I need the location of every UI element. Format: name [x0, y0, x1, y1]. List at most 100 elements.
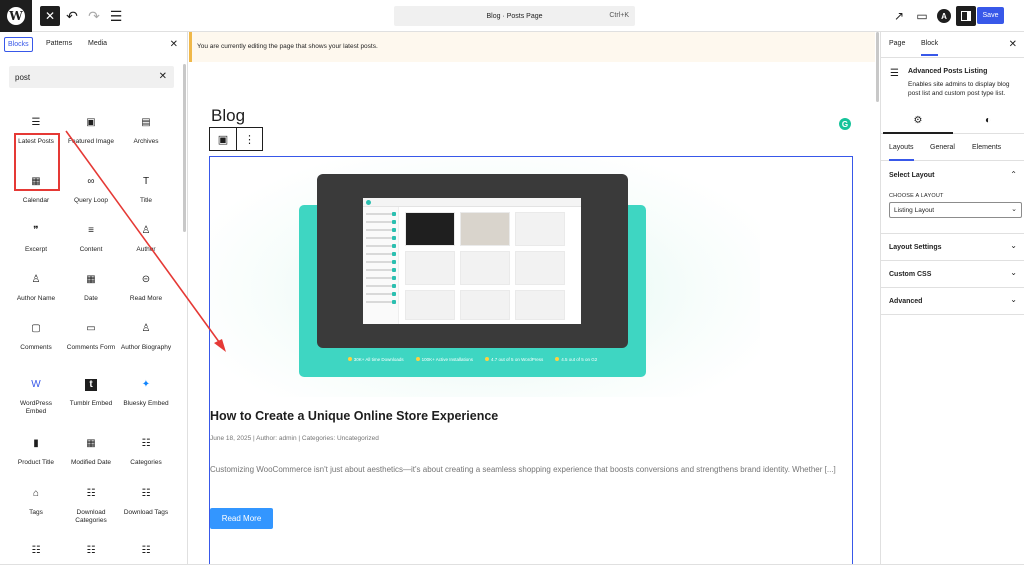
block-author-name[interactable]: ♙ Author Name — [9, 274, 63, 303]
undo-icon[interactable]: ↶ — [62, 6, 82, 26]
featured-image-laptop — [317, 174, 628, 348]
tab-page[interactable]: Page — [889, 40, 905, 47]
save-button[interactable]: Save — [977, 7, 1004, 24]
block-read-more[interactable]: ⊝ Read More — [119, 274, 173, 303]
close-inserter-button[interactable]: ✕ — [40, 6, 60, 26]
block-label: Author — [136, 246, 156, 253]
tab-media[interactable]: Media — [85, 37, 110, 50]
block-label: Title — [139, 197, 153, 204]
block-featured-image[interactable]: ▣ Featured Image — [64, 117, 118, 146]
layout-select[interactable]: Listing Layout ⌄ — [889, 202, 1022, 218]
block-author-biography[interactable]: ♙ Author Biography — [119, 323, 173, 352]
archives-icon: ▤ — [141, 117, 151, 128]
block-download-categories[interactable]: ☷ Download Categories — [64, 488, 118, 525]
advanced-posts-block[interactable]: 30K+ All time Downloads 100K+ Active Ins… — [209, 156, 853, 571]
block-type-icon[interactable]: ▣ — [210, 128, 237, 150]
wordpress-logo-button[interactable]: W — [0, 0, 32, 32]
page-title[interactable]: Blog — [211, 106, 245, 126]
command-palette-button[interactable]: Blog · Posts Page Ctrl+K — [394, 6, 635, 26]
styles-icon[interactable]: ◐ — [953, 115, 1023, 126]
block-label: Calendar — [22, 197, 50, 204]
title-icon: T — [142, 176, 150, 187]
star-icon — [555, 357, 560, 361]
block-toolbar: ▣ ⋮ — [209, 127, 263, 151]
more-options-icon[interactable]: ⋮ — [237, 128, 262, 150]
block-excerpt[interactable]: ❞ Excerpt — [9, 225, 63, 254]
featured-image-screen — [363, 198, 581, 324]
product-title-icon: ▮ — [33, 438, 39, 449]
screen-thumbnail — [405, 251, 455, 285]
block-archives[interactable]: ▤ Archives — [119, 117, 173, 146]
block-tumblr-embed[interactable]: t Tumblr Embed — [64, 379, 118, 408]
block-download-tags[interactable]: ☷ Download Tags — [119, 488, 173, 517]
settings-sidebar-toggle[interactable] — [956, 6, 976, 26]
command-shortcut: Ctrl+K — [609, 12, 629, 19]
tab-layouts[interactable]: Layouts — [889, 144, 914, 161]
block-comments[interactable]: ▢ Comments — [9, 323, 63, 352]
screen-side-row — [366, 268, 396, 272]
panel-layout-settings[interactable]: Layout Settings ⌄ — [881, 234, 1024, 261]
block-label: Download Categories — [75, 509, 107, 524]
block-author[interactable]: ♙ Author — [119, 225, 173, 254]
block-categories[interactable]: ☷ Categories — [119, 438, 173, 467]
screen-side-row — [366, 300, 396, 304]
panel-advanced[interactable]: Advanced ⌄ — [881, 288, 1024, 315]
panel-custom-css[interactable]: Custom CSS ⌄ — [881, 261, 1024, 288]
badge: 4.5 out of 5 on G2 — [555, 357, 597, 362]
block-latest-posts[interactable]: ☰ Latest Posts — [9, 117, 63, 146]
block-date[interactable]: ▦ Date — [64, 274, 118, 303]
comments-icon: ▢ — [31, 323, 41, 334]
close-icon[interactable]: ✕ — [170, 39, 178, 50]
device-preview-icon[interactable]: ▭ — [912, 6, 932, 26]
block-product-title[interactable]: ▮ Product Title — [9, 438, 63, 467]
block-more-2[interactable]: ☷ — [64, 545, 118, 557]
post-title[interactable]: How to Create a Unique Online Store Expe… — [210, 409, 498, 423]
tab-elements[interactable]: Elements — [972, 144, 1001, 151]
block-wordpress-embed[interactable]: W WordPress Embed — [9, 379, 63, 416]
calendar-icon: ▦ — [31, 176, 41, 187]
block-title[interactable]: T Title — [119, 176, 173, 205]
query-loop-icon: ∞ — [87, 176, 95, 187]
block-more-3[interactable]: ☷ — [119, 545, 173, 557]
document-overview-icon[interactable]: ☰ — [106, 6, 126, 26]
read-more-button[interactable]: Read More — [210, 508, 273, 529]
block-tags[interactable]: ⌂ Tags — [9, 488, 63, 517]
gear-icon[interactable]: ⚙ — [883, 115, 953, 134]
screen-sidebar — [363, 207, 399, 324]
close-icon[interactable]: ✕ — [1009, 39, 1017, 50]
block-label: Comments Form — [66, 344, 116, 351]
tab-general[interactable]: General — [930, 144, 955, 151]
inserter-tabs: Blocks Patterns Media ✕ — [0, 32, 187, 58]
screen-thumbnail — [405, 290, 455, 320]
screen-side-row — [366, 212, 396, 216]
block-query-loop[interactable]: ∞ Query Loop — [64, 176, 118, 205]
block-calendar[interactable]: ▦ Calendar — [9, 176, 63, 205]
block-search-input[interactable]: post ✕ — [9, 66, 174, 88]
command-label: Blog · Posts Page — [486, 12, 543, 20]
panel-title[interactable]: Select Layout — [889, 172, 935, 179]
screen-thumbnail — [460, 212, 510, 246]
astra-settings-button[interactable]: A — [934, 6, 954, 26]
chevron-up-icon[interactable]: ⌃ — [1010, 170, 1017, 179]
editor-canvas: Blog ▣ ⋮ G 30K+ All time Downloads 100K+… — [189, 62, 875, 571]
clear-search-icon[interactable]: ✕ — [159, 71, 167, 82]
inserter-scrollbar[interactable] — [183, 64, 186, 232]
astra-icon: A — [937, 9, 951, 23]
tumblr-icon: t — [85, 379, 97, 391]
block-modified-date[interactable]: ▦ Modified Date — [64, 438, 118, 467]
view-page-icon[interactable]: ↗ — [889, 6, 909, 26]
block-comments-form[interactable]: ▭ Comments Form — [64, 323, 118, 352]
tab-blocks[interactable]: Blocks — [4, 37, 33, 52]
block-bluesky-embed[interactable]: ✦ Bluesky Embed — [119, 379, 173, 408]
block-more-1[interactable]: ☷ — [9, 545, 63, 557]
featured-image-icon: ▣ — [86, 117, 96, 128]
tab-patterns[interactable]: Patterns — [43, 37, 75, 50]
wordpress-icon: W — [7, 7, 25, 25]
canvas-scrollbar[interactable] — [876, 32, 879, 102]
redo-icon[interactable]: ↷ — [84, 6, 104, 26]
block-content[interactable]: ≡ Content — [64, 225, 118, 254]
chevron-down-icon: ⌄ — [1010, 268, 1017, 277]
grammarly-icon[interactable]: G — [839, 118, 851, 130]
choose-layout-label: CHOOSE A LAYOUT — [889, 193, 944, 199]
tab-block[interactable]: Block — [921, 40, 939, 56]
